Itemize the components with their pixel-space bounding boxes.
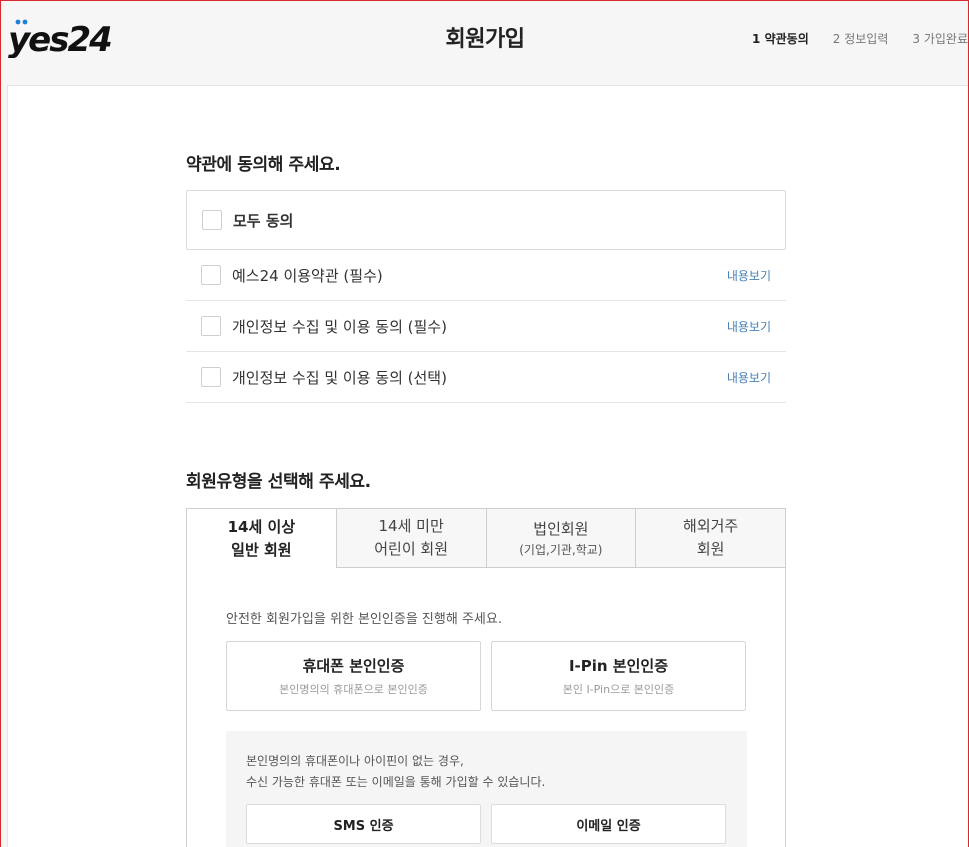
tab-line: 해외거주: [683, 517, 739, 535]
step-complete: 3 가입완료: [912, 32, 968, 46]
email-auth-button[interactable]: 이메일 인증: [491, 804, 726, 844]
ipin-auth-sub: 본인 I-Pin으로 본인인증: [562, 683, 675, 696]
terms-item-service[interactable]: 예스24 이용약관 (필수) 내용보기: [186, 250, 786, 301]
member-type-title: 회원유형을 선택해 주세요.: [186, 472, 371, 492]
agree-all-checkbox[interactable]: [202, 210, 222, 230]
tab-line: 14세 이상: [227, 517, 296, 536]
terms-service-checkbox[interactable]: [201, 265, 221, 285]
content: 약관에 동의해 주세요. 모두 동의 예스24 이용약관 (필수) 내용보기 개…: [7, 85, 968, 847]
tab-line: 회원: [696, 540, 725, 558]
tab-corporate-member[interactable]: 법인회원 (기업,기관,학교): [486, 508, 637, 568]
view-terms-link[interactable]: 내용보기: [727, 369, 771, 386]
terms-item-label: 개인정보 수집 및 이용 동의 (필수): [232, 317, 447, 336]
tab-line: 법인회원: [533, 519, 589, 538]
tab-child-member[interactable]: 14세 미만 어린이 회원: [336, 508, 487, 568]
ipin-auth-title: I-Pin 본인인증: [568, 657, 669, 675]
step-info: 2 정보입력: [832, 32, 889, 46]
terms-title: 약관에 동의해 주세요.: [186, 155, 341, 175]
terms-item-privacy-required[interactable]: 개인정보 수집 및 이용 동의 (필수) 내용보기: [186, 301, 786, 352]
tab-line: 일반 회원: [231, 540, 292, 559]
terms-privacy-required-checkbox[interactable]: [201, 316, 221, 336]
tab-general-member[interactable]: 14세 이상 일반 회원: [186, 508, 337, 568]
tab-line: (기업,기관,학교): [519, 542, 603, 557]
alt-auth-line: 본인명의의 휴대폰이나 아이핀이 없는 경우,: [246, 754, 464, 768]
tab-overseas-member[interactable]: 해외거주 회원: [636, 508, 786, 568]
terms-privacy-optional-checkbox[interactable]: [201, 367, 221, 387]
agree-all-row[interactable]: 모두 동의: [186, 190, 786, 250]
ipin-auth-button[interactable]: I-Pin 본인인증 본인 I-Pin으로 본인인증: [491, 641, 746, 711]
window-frame: yes24 회원가입 1 약관동의 2 정보입력 3 가입완료 약관에 동의해 …: [0, 0, 969, 847]
alt-auth-text: 본인명의의 휴대폰이나 아이핀이 없는 경우, 수신 가능한 휴대폰 또는 이메…: [246, 751, 545, 793]
sms-auth-button[interactable]: SMS 인증: [246, 804, 481, 844]
member-type-tabs: 14세 이상 일반 회원 14세 미만 어린이 회원 법인회원 (기업,기관,학…: [186, 508, 786, 568]
step-terms: 1 약관동의: [752, 32, 809, 46]
view-terms-link[interactable]: 내용보기: [727, 267, 771, 284]
alt-auth-box: 본인명의의 휴대폰이나 아이핀이 없는 경우, 수신 가능한 휴대폰 또는 이메…: [226, 731, 747, 847]
alt-auth-line: 수신 가능한 휴대폰 또는 이메일을 통해 가입할 수 있습니다.: [246, 775, 546, 789]
header: yes24 회원가입 1 약관동의 2 정보입력 3 가입완료: [2, 2, 968, 85]
phone-auth-button[interactable]: 휴대폰 본인인증 본인명의의 휴대폰으로 본인인증: [226, 641, 481, 711]
signup-steps: 1 약관동의 2 정보입력 3 가입완료: [752, 30, 968, 47]
tab-line: 어린이 회원: [374, 540, 449, 558]
phone-auth-sub: 본인명의의 휴대폰으로 본인인증: [279, 683, 428, 696]
agree-all-label: 모두 동의: [233, 211, 294, 230]
terms-item-label: 예스24 이용약관 (필수): [232, 266, 383, 285]
terms-item-privacy-optional[interactable]: 개인정보 수집 및 이용 동의 (선택) 내용보기: [186, 352, 786, 403]
tab-line: 14세 미만: [378, 517, 444, 535]
phone-auth-title: 휴대폰 본인인증: [302, 657, 405, 675]
view-terms-link[interactable]: 내용보기: [727, 318, 771, 335]
terms-item-label: 개인정보 수집 및 이용 동의 (선택): [232, 368, 447, 387]
auth-guide-text: 안전한 회원가입을 위한 본인인증을 진행해 주세요.: [226, 612, 502, 627]
